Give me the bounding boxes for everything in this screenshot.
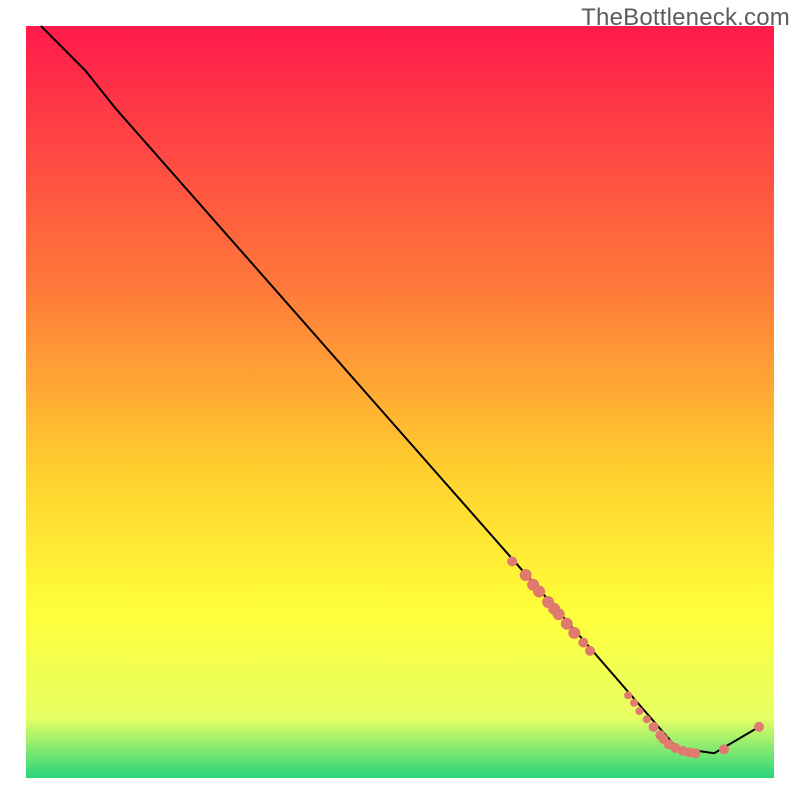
data-point (507, 556, 517, 566)
bottleneck-chart: TheBottleneck.com (0, 0, 800, 800)
data-point (520, 569, 532, 581)
plot-background (26, 26, 774, 778)
data-point (533, 586, 545, 598)
data-point (643, 715, 651, 723)
data-point (578, 638, 588, 648)
data-point (719, 744, 729, 754)
data-point (635, 707, 643, 715)
data-point (585, 646, 595, 656)
watermark-text: TheBottleneck.com (581, 4, 790, 32)
data-point (630, 699, 638, 707)
chart-canvas (0, 0, 800, 800)
data-point (624, 691, 632, 699)
data-point (553, 608, 565, 620)
data-point (568, 627, 580, 639)
data-point (649, 722, 659, 732)
data-point (754, 722, 764, 732)
data-point (691, 748, 701, 758)
